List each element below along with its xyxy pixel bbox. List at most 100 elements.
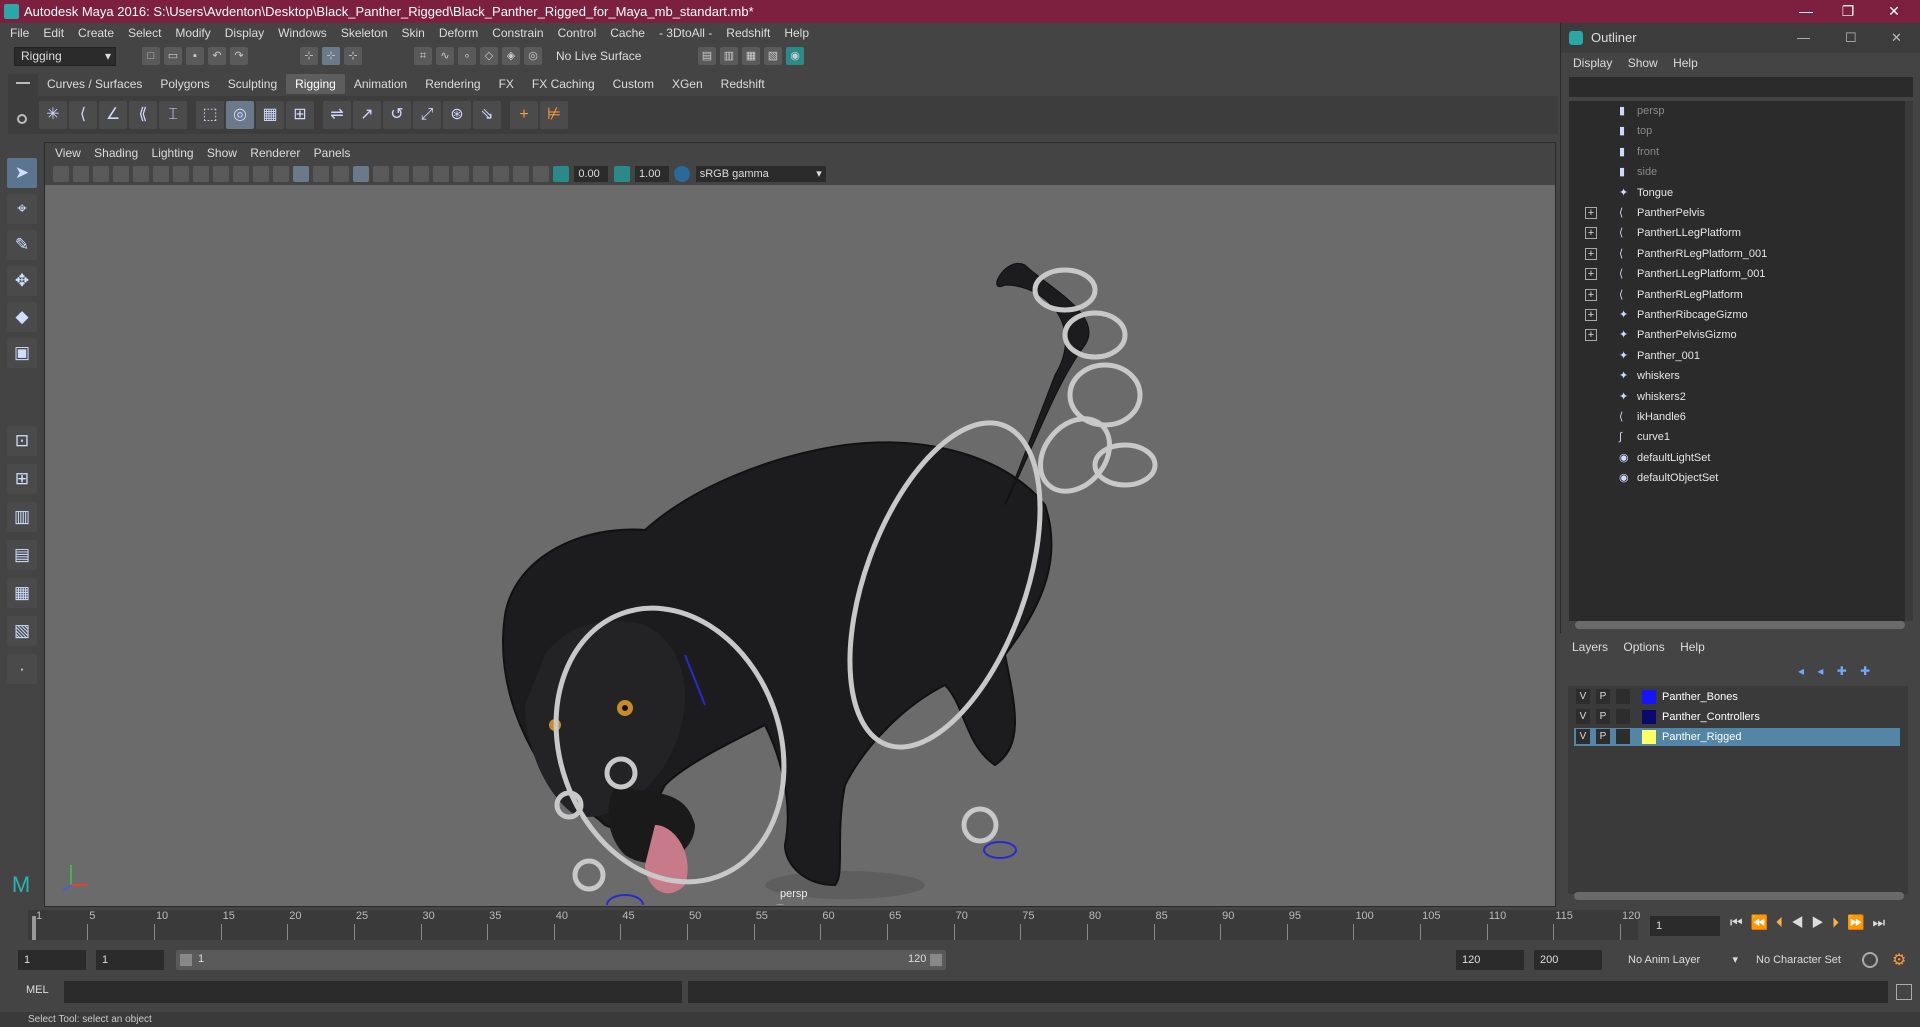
save-scene-icon[interactable]: ▪ <box>186 47 204 65</box>
layer-visibility-toggle[interactable]: V <box>1576 729 1590 744</box>
step-forward-key-icon[interactable]: ⏵ <box>1832 914 1847 930</box>
use-all-lights-icon[interactable] <box>353 166 369 182</box>
vp-menu-shading[interactable]: Shading <box>94 146 138 160</box>
hypershade-layout-icon[interactable]: ▦ <box>7 578 37 608</box>
xray-active-icon[interactable] <box>533 166 549 182</box>
play-forward-icon[interactable]: ▶ <box>1812 914 1833 930</box>
menuset-dropdown[interactable]: Rigging ▾ <box>14 47 116 66</box>
time-slider-track[interactable]: 1 5 10 15 20 25 30 35 40 45 50 55 60 65 70 75 80 85 90 95 10… <box>28 910 1640 940</box>
menu-windows[interactable]: Windows <box>278 26 327 40</box>
wireframe-icon[interactable] <box>273 166 289 182</box>
select-tool-icon[interactable]: ➤ <box>7 158 37 188</box>
menu-skin[interactable]: Skin <box>402 26 425 40</box>
expand-icon[interactable]: + <box>1585 227 1597 240</box>
outliner-item[interactable]: + ⟨ PantherRLegPlatform_001 <box>1569 244 1909 264</box>
outliner-layout-icon[interactable]: ▥ <box>7 502 37 532</box>
vp-menu-lighting[interactable]: Lighting <box>152 146 194 160</box>
move-layer-down-icon[interactable]: ◂ <box>1817 664 1823 678</box>
mel-label[interactable]: MEL <box>26 984 49 996</box>
outliner-item[interactable]: ▮ side <box>1569 162 1909 182</box>
hypershade-icon[interactable]: ◉ <box>786 47 804 65</box>
resolution-gate-icon[interactable] <box>173 166 189 182</box>
outliner-scrollbar[interactable] <box>1905 101 1913 621</box>
snap-curve-icon[interactable]: ∿ <box>436 47 454 65</box>
vp-menu-panels[interactable]: Panels <box>314 146 351 160</box>
render-layout-icon[interactable]: ▧ <box>7 616 37 646</box>
layout-options-icon[interactable]: · <box>7 654 37 684</box>
expand-icon[interactable]: + <box>1585 207 1597 219</box>
menu-3dtoall[interactable]: - 3DtoAll - <box>659 26 712 40</box>
rotate-tool-icon[interactable]: ◆ <box>7 302 37 332</box>
menu-select[interactable]: Select <box>128 26 161 40</box>
redo-icon[interactable]: ↷ <box>230 47 248 65</box>
layer-display-type-toggle[interactable] <box>1616 709 1630 724</box>
menu-skeleton[interactable]: Skeleton <box>341 26 388 40</box>
shadows-icon[interactable] <box>373 166 389 182</box>
render-view-icon[interactable]: ▤ <box>698 47 716 65</box>
restore-button[interactable]: ❐ <box>1828 0 1868 23</box>
outliner-item[interactable]: + ⟨ PantherRLegPlatform <box>1569 285 1909 305</box>
four-view-icon[interactable]: ⊞ <box>7 464 37 494</box>
rig-tool-b-icon[interactable]: ⊭ <box>540 101 568 129</box>
menu-constrain[interactable]: Constrain <box>492 26 543 40</box>
image-plane-icon[interactable] <box>113 166 129 182</box>
single-view-icon[interactable]: ⊡ <box>7 426 37 456</box>
outliner-item[interactable]: ▮ persp <box>1569 101 1909 121</box>
expand-icon[interactable]: + <box>1585 288 1597 301</box>
mel-input[interactable] <box>64 981 682 1003</box>
select-object-icon[interactable]: ⊹ <box>322 47 340 65</box>
gamma-field[interactable]: 1.00 <box>635 166 670 182</box>
vp-menu-show[interactable]: Show <box>207 146 237 160</box>
new-layer-icon[interactable]: ✚ <box>1837 664 1847 678</box>
lattice-icon[interactable]: ▦ <box>256 101 284 129</box>
snap-point-icon[interactable]: ∘ <box>458 47 476 65</box>
lasso-tool-icon[interactable]: ⌖ <box>7 194 37 224</box>
color-management-icon[interactable] <box>674 166 691 182</box>
expand-icon[interactable]: + <box>1585 329 1597 342</box>
ik-handle-tool-icon[interactable]: ∠ <box>99 101 127 129</box>
undo-icon[interactable]: ↶ <box>208 47 226 65</box>
layer-menu-help[interactable]: Help <box>1680 640 1705 654</box>
outliner-close-button[interactable]: ✕ <box>1891 23 1902 53</box>
outliner-hscrollbar[interactable] <box>1575 621 1905 629</box>
gamma-icon[interactable] <box>613 166 630 182</box>
outliner-menu-show[interactable]: Show <box>1628 56 1658 70</box>
ambient-occlusion-icon[interactable] <box>393 166 409 182</box>
outliner-item[interactable]: + ⟨ PantherPelvis <box>1569 203 1909 223</box>
outliner-search-input[interactable] <box>1569 77 1913 97</box>
auto-key-icon[interactable] <box>1862 952 1878 968</box>
vp-menu-view[interactable]: View <box>55 146 81 160</box>
exposure-field[interactable]: 0.00 <box>574 166 609 182</box>
render-settings-icon[interactable]: ▧ <box>764 47 782 65</box>
outliner-item[interactable]: ▮ front <box>1569 142 1909 162</box>
pole-vector-icon[interactable]: ⇘ <box>473 101 501 129</box>
outliner-item[interactable]: ✦ whiskers <box>1569 366 1909 386</box>
vp-menu-renderer[interactable]: Renderer <box>250 146 300 160</box>
menu-edit[interactable]: Edit <box>43 26 64 40</box>
menu-control[interactable]: Control <box>558 26 597 40</box>
field-chart-icon[interactable] <box>213 166 229 182</box>
tab-custom[interactable]: Custom <box>604 74 663 94</box>
new-scene-icon[interactable]: □ <box>142 47 160 65</box>
menu-modify[interactable]: Modify <box>175 26 210 40</box>
layer-color-swatch[interactable] <box>1642 690 1656 704</box>
layer-menu-layers[interactable]: Layers <box>1572 640 1608 654</box>
outliner-menu-display[interactable]: Display <box>1573 56 1612 70</box>
tab-fx-caching[interactable]: FX Caching <box>523 74 604 94</box>
menu-create[interactable]: Create <box>78 26 114 40</box>
layer-visibility-toggle[interactable]: V <box>1576 689 1590 704</box>
ipr-render-icon[interactable]: ▦ <box>742 47 760 65</box>
new-layer-selected-icon[interactable]: ✚ <box>1860 664 1870 678</box>
outliner-item[interactable]: ✦ Tongue <box>1569 183 1909 203</box>
bookmark-icon[interactable] <box>93 166 109 182</box>
expand-icon[interactable]: + <box>1585 309 1597 321</box>
animation-prefs-icon[interactable]: ⚙ <box>1892 950 1906 970</box>
safe-action-icon[interactable] <box>233 166 249 182</box>
viewport-persp[interactable]: View Shading Lighting Show Renderer Pane… <box>44 142 1556 907</box>
outliner-item[interactable]: + ✦ PantherRibcageGizmo <box>1569 305 1909 325</box>
character-set-dropdown[interactable]: No Character Set <box>1750 950 1876 970</box>
smooth-bind-icon[interactable]: ◎ <box>226 101 254 129</box>
outliner-item[interactable]: ▮ top <box>1569 121 1909 141</box>
tab-redshift[interactable]: Redshift <box>712 74 774 94</box>
step-forward-icon[interactable]: ⏩ <box>1847 914 1872 930</box>
